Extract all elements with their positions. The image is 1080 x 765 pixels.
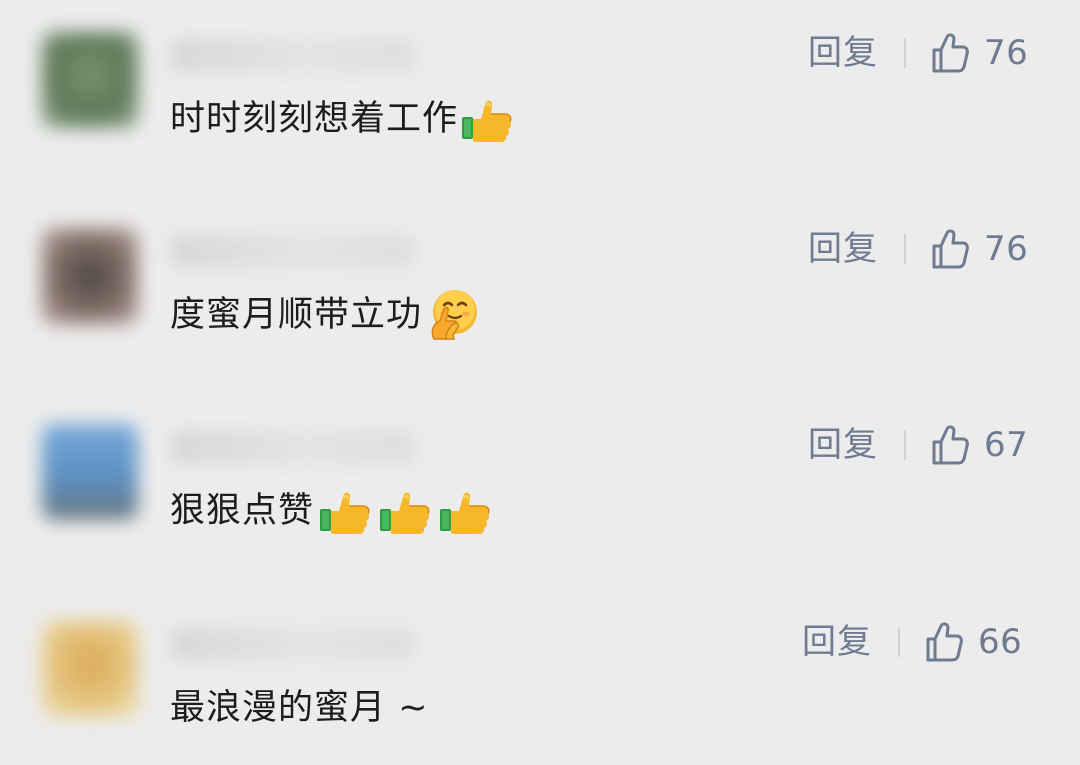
reply-button[interactable]: 回复: [808, 232, 878, 266]
comment-text: 最浪漫的蜜月 ~: [170, 681, 428, 735]
like-button[interactable]: 76: [930, 32, 1028, 74]
like-count: 76: [984, 229, 1029, 269]
thumbs-up-emoji: [316, 487, 374, 535]
comment-text: 度蜜月顺带立功: [170, 288, 482, 342]
reply-button[interactable]: 回复: [808, 36, 878, 70]
comment-item: 狠狠点赞 回复 67: [0, 392, 1080, 572]
avatar[interactable]: [42, 228, 138, 324]
comment-actions: 回复 67: [808, 421, 1028, 469]
action-divider: [904, 234, 906, 264]
comment-text: 时时刻刻想着工作: [170, 92, 514, 146]
thumbs-up-outline-icon: [932, 229, 969, 269]
username-blurred[interactable]: [170, 38, 415, 72]
comment-body: 最浪漫的蜜月 ~: [170, 687, 429, 728]
action-divider: [904, 430, 906, 460]
thumbs-up-emoji: [460, 95, 514, 143]
comment-item: 度蜜月顺带立功 回复 76: [0, 196, 1080, 376]
comment-actions: 回复 76: [808, 225, 1028, 273]
comment-body: 狠狠点赞: [170, 490, 315, 531]
like-count: 66: [978, 622, 1023, 662]
comment-actions: 回复 66: [802, 618, 1022, 666]
thumbs-up-emoji: [436, 487, 494, 535]
like-button[interactable]: 67: [930, 424, 1028, 466]
username-blurred[interactable]: [170, 430, 415, 464]
comment-item: 时时刻刻想着工作 回复 76: [0, 0, 1080, 180]
avatar[interactable]: [42, 32, 138, 128]
shushing-face-emoji: [424, 287, 482, 343]
like-button[interactable]: 66: [924, 621, 1022, 663]
comment-item: 最浪漫的蜜月 ~ 回复 66: [0, 589, 1080, 765]
comment-text: 狠狠点赞: [170, 484, 494, 538]
action-divider: [904, 38, 906, 68]
thumbs-up-outline-icon: [932, 425, 969, 465]
like-count: 67: [984, 425, 1029, 465]
avatar[interactable]: [42, 621, 138, 717]
username-blurred[interactable]: [170, 234, 415, 268]
comment-list: 时时刻刻想着工作 回复 76 度蜜月顺带立功 回复 76 狠狠点赞 回复 67 …: [0, 0, 1080, 765]
comment-actions: 回复 76: [808, 29, 1028, 77]
comment-body: 时时刻刻想着工作: [170, 98, 459, 139]
like-count: 76: [984, 33, 1029, 73]
comment-body: 度蜜月顺带立功: [170, 294, 423, 335]
avatar[interactable]: [42, 424, 138, 520]
thumbs-up-outline-icon: [932, 33, 969, 73]
reply-button[interactable]: 回复: [808, 428, 878, 462]
action-divider: [898, 627, 900, 657]
username-blurred[interactable]: [170, 627, 415, 661]
like-button[interactable]: 76: [930, 228, 1028, 270]
reply-button[interactable]: 回复: [802, 625, 872, 659]
thumbs-up-outline-icon: [926, 622, 963, 662]
thumbs-up-emoji: [376, 487, 434, 535]
